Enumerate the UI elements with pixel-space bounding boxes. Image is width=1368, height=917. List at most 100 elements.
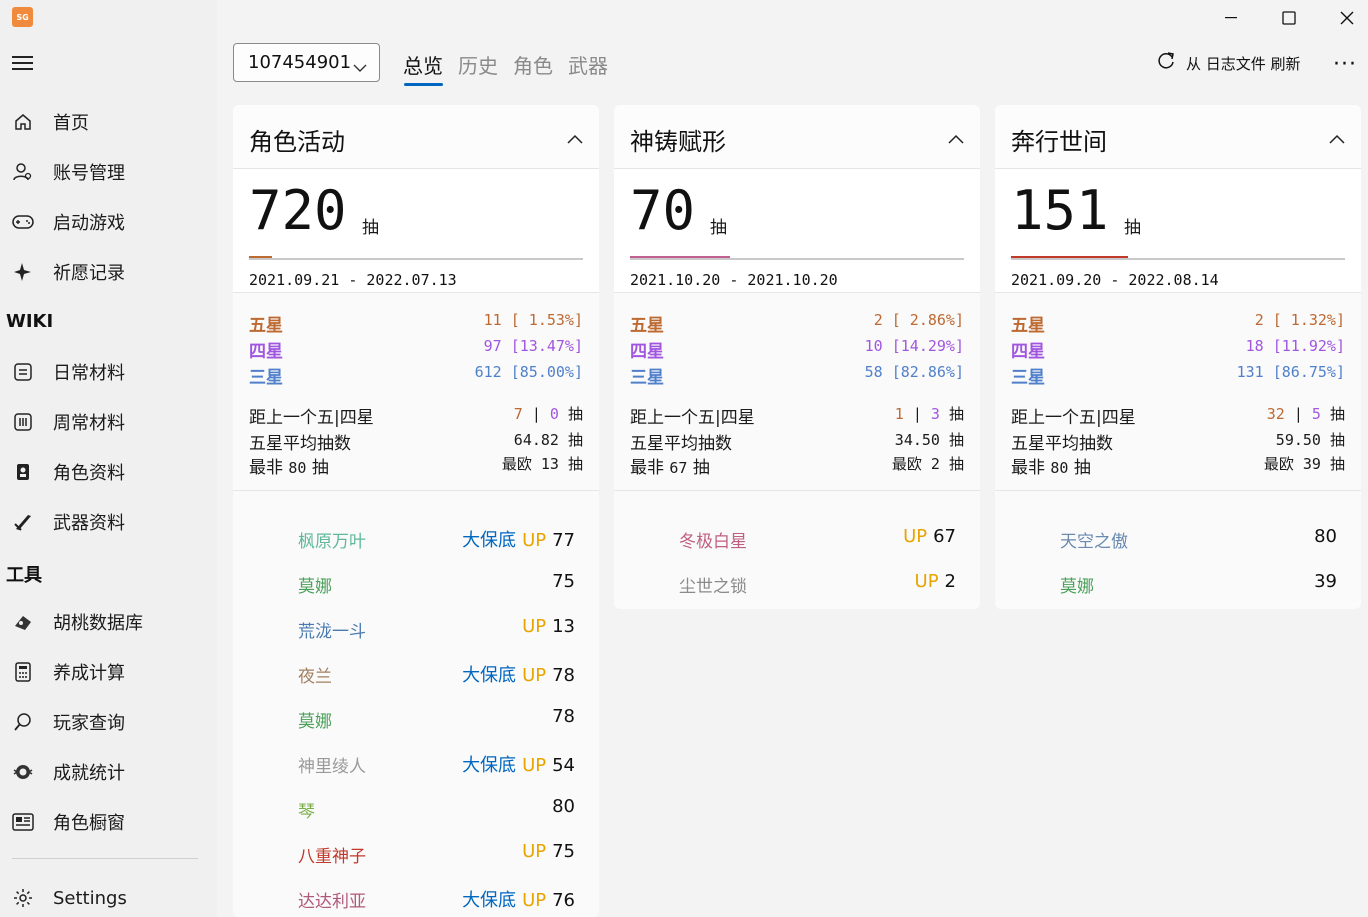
four-star-stat: 18 [11.92%]	[1245, 337, 1345, 355]
progress-fill	[1011, 256, 1128, 258]
refresh-from-log-button[interactable]: 从 日志文件 刷新	[1156, 51, 1301, 75]
chevron-down-icon	[353, 57, 367, 78]
database-icon	[12, 611, 34, 633]
list-item: 达达利亚 大保底 UP 76	[233, 877, 599, 917]
card-stats: 五星 2 [ 1.32%] 四星 18 [11.92%] 三星 131 [86.…	[995, 293, 1361, 491]
progress-fill	[630, 256, 730, 258]
card-summary: 720 抽 2021.09.21 - 2022.07.13	[233, 169, 599, 293]
four-star-label: 四星	[630, 342, 664, 362]
sidebar-item-settings[interactable]: Settings	[0, 878, 217, 917]
up-badge: UP	[903, 526, 928, 547]
card-summary: 70 抽 2021.10.20 - 2021.10.20	[614, 169, 980, 293]
sidebar-item-weekly-materials[interactable]: 周常材料	[0, 402, 217, 442]
worst-stat: 最非 80 抽	[1011, 458, 1091, 478]
pull-count: 67	[933, 526, 956, 547]
showcase-icon	[12, 811, 34, 833]
list-item: 冬极白星 UP 67	[614, 517, 980, 562]
up-badge: UP	[522, 890, 547, 911]
chevron-up-icon[interactable]	[948, 129, 964, 148]
sidebar-item-launch-game[interactable]: 启动游戏	[0, 202, 217, 242]
five-star-stat: 2 [ 2.86%]	[873, 311, 964, 329]
worst-stat: 最非 67 抽	[630, 458, 710, 478]
card-summary: 151 抽 2021.09.20 - 2022.08.14	[995, 169, 1361, 293]
since-last-value: 32 | 5 抽	[1266, 405, 1345, 423]
four-star-label: 四星	[249, 342, 283, 362]
item-name: 达达利亚	[298, 892, 366, 912]
pull-count: 77	[552, 530, 575, 551]
four-star-stat: 10 [14.29%]	[864, 337, 964, 355]
list-item: 琴 80	[233, 787, 599, 832]
menu-toggle-button[interactable]	[12, 52, 34, 74]
chevron-up-icon[interactable]	[1329, 129, 1345, 148]
five-star-stat: 11 [ 1.53%]	[483, 311, 583, 329]
minimize-button[interactable]	[1204, 4, 1258, 32]
more-options-button[interactable]: ···	[1333, 52, 1357, 77]
date-range: 2021.10.20 - 2021.10.20	[630, 271, 838, 289]
since-last-label: 距上一个五|四星	[630, 408, 755, 428]
sidebar-item-character-info[interactable]: 角色资料	[0, 452, 217, 492]
tab-overview[interactable]: 总览	[403, 50, 443, 79]
three-star-label: 三星	[249, 368, 283, 388]
best-stat: 最欧 13 抽	[501, 455, 583, 473]
sidebar-item-wish-history[interactable]: 祈愿记录	[0, 252, 217, 292]
three-star-stat: 612 [85.00%]	[474, 363, 583, 381]
tab-weapons[interactable]: 武器	[568, 50, 608, 79]
gear-icon	[12, 887, 34, 909]
sidebar-item-daily-materials[interactable]: 日常材料	[0, 352, 217, 392]
maximize-button[interactable]	[1262, 4, 1316, 32]
sidebar-item-character-showcase[interactable]: 角色橱窗	[0, 802, 217, 842]
active-tab-indicator	[404, 83, 443, 86]
section-tools: 工具	[6, 565, 42, 586]
four-star-stat: 97 [13.47%]	[483, 337, 583, 355]
five-star-label: 五星	[1011, 316, 1045, 336]
progress-fill	[249, 256, 272, 258]
progress-bar	[249, 256, 583, 260]
guarantee-badge: 大保底	[462, 755, 517, 776]
sidebar-item-achievements[interactable]: 成就统计	[0, 752, 217, 792]
sidebar-item-home[interactable]: 首页	[0, 102, 217, 142]
pull-count: 76	[552, 890, 575, 911]
card-header: 角色活动	[233, 105, 599, 169]
sidebar-item-calculator[interactable]: 养成计算	[0, 652, 217, 692]
uid-select[interactable]: 107454901	[233, 43, 380, 82]
item-name: 八重神子	[298, 847, 366, 867]
up-badge: UP	[522, 665, 547, 686]
banner-card: 奔行世间 151 抽 2021.09.20 - 2022.08.14 五星 2 …	[995, 105, 1361, 609]
progress-bar	[1011, 256, 1345, 260]
chevron-up-icon[interactable]	[567, 129, 583, 148]
since-last-label: 距上一个五|四星	[1011, 408, 1136, 428]
tab-history[interactable]: 历史	[458, 50, 498, 79]
pull-list: 冬极白星 UP 67 尘世之锁 UP 2	[614, 491, 980, 601]
card-stats: 五星 11 [ 1.53%] 四星 97 [13.47%] 三星 612 [85…	[233, 293, 599, 491]
tab-characters[interactable]: 角色	[513, 50, 553, 79]
banner-card: 神铸赋形 70 抽 2021.10.20 - 2021.10.20 五星 2 […	[614, 105, 980, 609]
five-star-label: 五星	[630, 316, 664, 336]
up-badge: UP	[522, 530, 547, 551]
list-item: 八重神子 UP 75	[233, 832, 599, 877]
list-item: 荒泷一斗 UP 13	[233, 607, 599, 652]
total-pulls: 720	[249, 179, 347, 242]
item-name: 莫娜	[298, 577, 332, 597]
since-last-label: 距上一个五|四星	[249, 408, 374, 428]
account-icon	[12, 161, 34, 183]
sidebar-item-weapon-info[interactable]: 武器资料	[0, 502, 217, 542]
sidebar-item-accounts[interactable]: 账号管理	[0, 152, 217, 192]
avg-label: 五星平均抽数	[1011, 434, 1113, 454]
pull-list: 枫原万叶 大保底 UP 77 莫娜 75 荒泷一斗 UP 13 夜兰 大保底 U…	[233, 491, 599, 916]
home-icon	[12, 111, 34, 133]
list-item: 枫原万叶 大保底 UP 77	[233, 517, 599, 562]
pull-count: 80	[552, 796, 575, 817]
sidebar-item-hutao-database[interactable]: 胡桃数据库	[0, 602, 217, 642]
weapon-icon	[12, 511, 34, 533]
pull-count: 75	[552, 571, 575, 592]
unit-label: 抽	[1124, 218, 1141, 238]
three-star-label: 三星	[630, 368, 664, 388]
worst-stat: 最非 80 抽	[249, 458, 329, 478]
close-button[interactable]	[1320, 4, 1368, 32]
sidebar-item-player-search[interactable]: 玩家查询	[0, 702, 217, 742]
achievement-icon	[12, 761, 34, 783]
date-range: 2021.09.20 - 2022.08.14	[1011, 271, 1219, 289]
three-star-stat: 131 [86.75%]	[1236, 363, 1345, 381]
pull-count: 78	[552, 665, 575, 686]
calendar-week-icon	[12, 411, 34, 433]
